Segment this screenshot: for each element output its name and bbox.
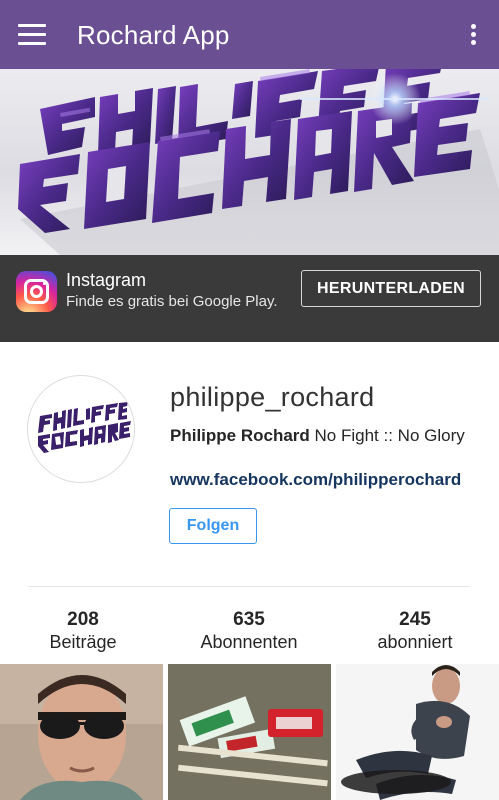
kitkat-snacks-photo[interactable] xyxy=(168,664,331,800)
ad-subtitle: Finde es gratis bei Google Play. xyxy=(66,293,278,310)
philippe-rochard-logo-banner xyxy=(18,69,499,255)
profile-banner xyxy=(0,69,499,255)
app-title: Rochard App xyxy=(77,20,230,50)
stat-followers-label: Abonnenten xyxy=(200,632,298,652)
stat-following[interactable]: 245 abonniert xyxy=(340,609,490,653)
download-button[interactable]: HERUNTERLADEN xyxy=(301,270,481,307)
stat-followers-value: 635 xyxy=(233,609,265,630)
app-bar: Rochard App xyxy=(0,0,499,69)
profile-username: philippe_rochard xyxy=(170,382,375,412)
profile-bio-text: No Fight :: No Glory xyxy=(309,426,465,445)
hamburger-menu-icon[interactable] xyxy=(18,24,46,46)
ad-title: Instagram xyxy=(66,270,147,290)
philippe-rochard-logo-icon xyxy=(38,402,131,453)
instagram-icon xyxy=(16,271,57,312)
profile-display-name: Philippe Rochard xyxy=(170,426,310,445)
stat-following-value: 245 xyxy=(399,609,431,630)
stat-posts[interactable]: 208 Beiträge xyxy=(8,609,158,653)
more-vertical-icon[interactable] xyxy=(466,22,482,48)
man-in-chair-photo[interactable] xyxy=(336,664,499,800)
divider xyxy=(28,586,470,587)
profile-website-link[interactable]: www.facebook.com/philipperochard xyxy=(170,470,470,490)
stat-followers[interactable]: 635 Abonnenten xyxy=(174,609,324,653)
stat-posts-value: 208 xyxy=(67,609,99,630)
portrait-sunglasses-photo[interactable] xyxy=(0,664,163,800)
follow-button[interactable]: Folgen xyxy=(169,508,257,544)
avatar[interactable] xyxy=(27,375,135,483)
profile-bio: Philippe Rochard No Fight :: No Glory xyxy=(170,424,470,447)
photo-grid xyxy=(0,664,499,800)
stat-following-label: abonniert xyxy=(377,632,453,652)
stat-posts-label: Beiträge xyxy=(49,632,117,652)
